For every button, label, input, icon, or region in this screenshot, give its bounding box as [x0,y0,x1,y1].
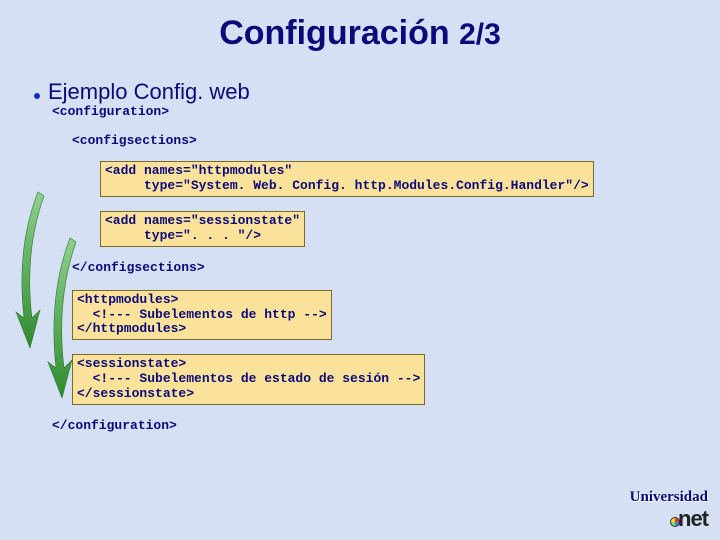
code-sessionstate-block: <sessionstate> <!--- Subelementos de est… [72,354,425,405]
logo-dotnet: net [630,506,708,532]
arrow-httpmodules-icon [14,188,46,350]
code-httpmodules-block: <httpmodules> <!--- Subelementos de http… [72,290,332,341]
bullet-dot-icon [34,93,40,99]
code-line: <add names="sessionstate" [105,213,300,228]
code-line: <!--- Subelementos de http --> [77,307,327,322]
code-configsections-open: <configsections> [72,134,720,149]
code-add-sessionstate-box: <add names="sessionstate" type=". . . "/… [100,211,305,247]
code-line: </httpmodules> [77,321,186,336]
footer-logo: Universidad net [630,489,708,532]
code-line: <add names="httpmodules" [105,163,292,178]
slide-title: Configuración 2/3 [0,0,720,53]
logo-net-text: net [678,506,708,531]
code-line: <sessionstate> [77,356,186,371]
code-configsections-close: </configsections> [72,261,720,276]
code-line: type=". . . "/> [105,228,261,243]
logo-universidad: Universidad [630,489,708,506]
code-line: type="System. Web. Config. http.Modules.… [105,178,589,193]
bullet-item: Ejemplo Config. web [34,79,720,105]
code-line: <!--- Subelementos de estado de sesión -… [77,371,420,386]
code-configuration-close: </configuration> [52,419,720,434]
bullet-text: Ejemplo Config. web [48,79,250,105]
code-line: <httpmodules> [77,292,178,307]
title-subpage: 2/3 [459,18,501,51]
code-configuration-open: <configuration> [52,105,720,120]
title-main: Configuración [219,14,449,52]
code-example: <configuration> <configsections> <add na… [52,105,720,434]
code-add-httpmodules-box: <add names="httpmodules" type="System. W… [100,161,594,197]
code-line: </sessionstate> [77,386,194,401]
